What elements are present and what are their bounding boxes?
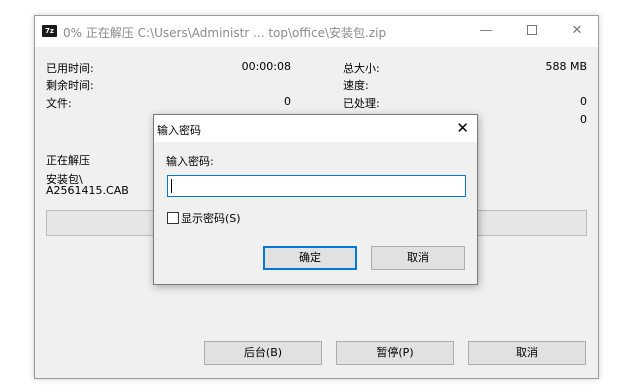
show-password-option[interactable]: 显示密码(S) [167,210,241,226]
maximize-button[interactable] [509,16,555,47]
speed-label: 速度: [343,79,369,92]
elapsed-time-value: 00:00:08 [241,60,291,73]
files-label: 文件: [46,97,72,110]
7zip-app-icon: 7z [42,25,57,37]
compressed-size-value: 0 [580,113,587,126]
cancel-button[interactable]: 取消 [468,341,586,365]
files-value: 0 [284,95,291,108]
password-prompt-label: 输入密码: [166,155,214,168]
current-file: A2561415.CAB [46,184,129,197]
text-caret [171,179,172,193]
title-bar[interactable]: 7z 0% 正在解压 C:\Users\Administr ... top\of… [35,16,598,47]
show-password-checkbox[interactable] [167,212,179,224]
password-dialog-close-button[interactable]: ✕ [456,118,469,138]
show-password-label: 显示密码(S) [181,212,241,225]
password-cancel-button[interactable]: 取消 [371,246,465,270]
close-button[interactable]: ✕ [554,16,600,47]
maximize-icon [527,24,537,35]
background-button[interactable]: 后台(B) [204,341,322,365]
processed-label: 已处理: [343,97,380,110]
window-title: 0% 正在解压 C:\Users\Administr ... top\offic… [63,26,387,40]
password-dialog-title-bar[interactable]: 输入密码 ✕ [154,115,477,142]
elapsed-time-label: 已用时间: [46,62,94,75]
minimize-button[interactable]: — [463,16,509,47]
processed-value: 0 [580,95,587,108]
remaining-time-label: 剩余时间: [46,79,94,92]
extracting-heading: 正在解压 [46,154,90,167]
pause-button[interactable]: 暂停(P) [336,341,454,365]
ok-button[interactable]: 确定 [263,246,357,270]
total-size-label: 总大小: [343,62,380,75]
password-input[interactable] [167,175,466,197]
password-dialog: 输入密码 ✕ 输入密码: 显示密码(S) 确定 取消 [153,114,478,285]
password-dialog-title: 输入密码 [157,124,201,137]
total-size-value: 588 MB [545,60,587,73]
